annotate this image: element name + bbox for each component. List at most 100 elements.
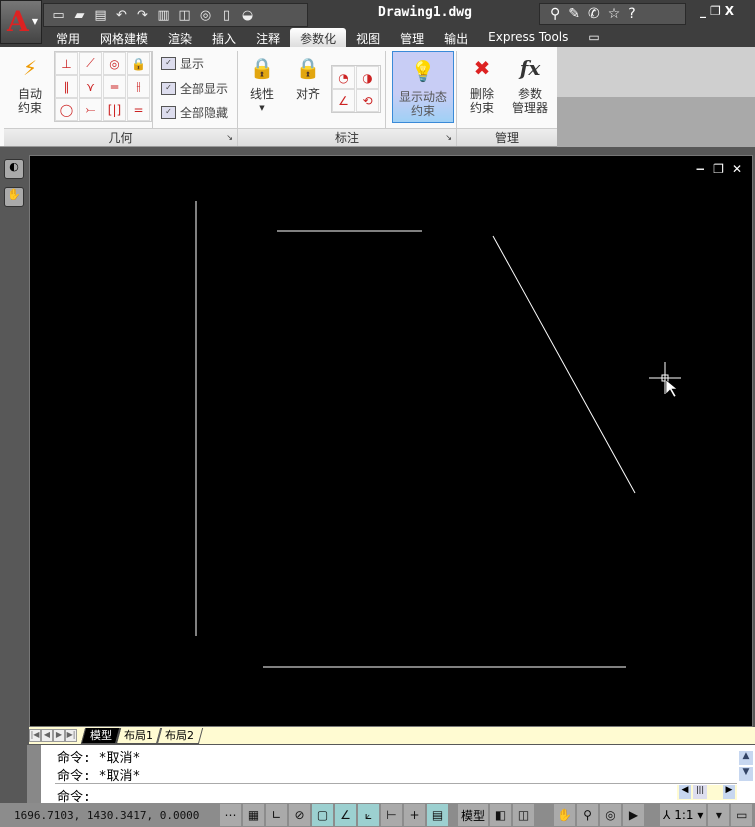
new-icon[interactable]: ▭ bbox=[50, 7, 67, 24]
ribbon-tabs: 常用 网格建模 渲染 插入 注释 参数化 视图 管理 输出 Express Tools ▭ bbox=[0, 28, 755, 47]
tab-2[interactable]: 渲染 bbox=[158, 28, 202, 47]
horizontal-scrollbar[interactable]: ◀ ||| ▶ bbox=[677, 785, 737, 800]
close-button[interactable]: X bbox=[725, 4, 734, 18]
pan-icon[interactable]: ✋ bbox=[4, 187, 24, 207]
geometric-constraint-icon[interactable]: ═ bbox=[103, 75, 126, 98]
scroll-left-icon[interactable]: ◀ bbox=[679, 785, 691, 799]
show-all-button[interactable]: ✓ 全部显示 bbox=[161, 80, 228, 97]
open-icon[interactable]: ▰ bbox=[71, 7, 88, 24]
angular-icon[interactable]: ∠ bbox=[332, 89, 355, 112]
tab-8[interactable]: 输出 bbox=[434, 28, 478, 47]
diameter-icon[interactable]: ◑ bbox=[356, 66, 379, 89]
object-snap-tracking-icon[interactable]: ∠ bbox=[335, 804, 356, 826]
scroll-up-button[interactable]: ▲ bbox=[739, 751, 753, 765]
polar-tracking-icon[interactable]: ⊘ bbox=[289, 804, 310, 826]
scroll-right-icon[interactable]: ▶ bbox=[723, 785, 735, 799]
scroll-thumb[interactable]: ||| bbox=[693, 785, 707, 799]
drawing-canvas[interactable]: − ❐ ✕ bbox=[29, 155, 753, 727]
grid-display-icon[interactable]: ▦ bbox=[243, 804, 264, 826]
tab-7[interactable]: 管理 bbox=[390, 28, 434, 47]
preview-icon[interactable]: ◎ bbox=[197, 7, 214, 24]
delete-constraints-button[interactable]: ✖ 删除 约束 bbox=[462, 47, 502, 115]
first-tab-icon[interactable]: |◀ bbox=[29, 729, 41, 742]
navigation-wheel-icon[interactable]: ◐ bbox=[4, 159, 24, 179]
tab-9[interactable]: Express Tools bbox=[478, 28, 578, 47]
restore-button[interactable]: ❐ bbox=[710, 4, 721, 18]
redo-icon[interactable]: ↷ bbox=[134, 7, 151, 24]
save-icon[interactable]: ▤ bbox=[92, 7, 109, 24]
application-menu-button[interactable]: A ▼ bbox=[0, 0, 42, 44]
tab-0[interactable]: 常用 bbox=[46, 28, 90, 47]
show-dynamic-label: 显示动态 约束 bbox=[398, 90, 447, 118]
tab-3[interactable]: 插入 bbox=[202, 28, 246, 47]
geometric-constraint-icon[interactable]: ∥ bbox=[55, 75, 78, 98]
geometric-constraint-icon[interactable]: ⫲ bbox=[127, 75, 150, 98]
tab-4[interactable]: 注释 bbox=[246, 28, 290, 47]
object-snap-icon[interactable]: ▢ bbox=[312, 804, 333, 826]
geometric-constraint-icon[interactable]: = bbox=[127, 98, 150, 121]
plot-icon[interactable]: ▥ bbox=[155, 7, 172, 24]
quick-view-layouts-icon[interactable]: ◧ bbox=[490, 804, 512, 826]
viewport-restore-button[interactable]: ❐ bbox=[713, 162, 724, 176]
show-motion-icon[interactable]: ▶ bbox=[623, 804, 645, 826]
hide-all-button[interactable]: ✓ 全部隐藏 bbox=[161, 104, 228, 121]
next-tab-icon[interactable]: ▶ bbox=[53, 729, 65, 742]
clean-screen-icon[interactable]: ▭ bbox=[731, 804, 753, 826]
steering-wheel-icon[interactable]: ◎ bbox=[600, 804, 622, 826]
viewport-minimize-button[interactable]: − bbox=[695, 162, 705, 176]
binoculars-icon[interactable]: ⚲ bbox=[550, 6, 560, 22]
viewport-close-button[interactable]: ✕ bbox=[732, 162, 742, 176]
linear-dimension-button[interactable]: 🔒 线性 ▼ bbox=[242, 47, 282, 115]
snap-mode-icon[interactable]: ⋯ bbox=[220, 804, 241, 826]
scroll-down-button[interactable]: ▼ bbox=[739, 767, 753, 781]
auto-constrain-button[interactable]: ⚡ 自动 约束 bbox=[8, 47, 52, 115]
teapot-icon[interactable]: ◒ bbox=[239, 7, 256, 24]
geometric-constraint-icon[interactable]: 🔒 bbox=[127, 52, 150, 75]
zoom-icon[interactable]: ⚲ bbox=[577, 804, 599, 826]
geometric-constraint-icon[interactable]: ⟋ bbox=[79, 52, 102, 75]
tab-6[interactable]: 视图 bbox=[346, 28, 390, 47]
publish-icon[interactable]: ◫ bbox=[176, 7, 193, 24]
tab-layout1[interactable]: 布局1 bbox=[114, 727, 163, 744]
favorites-star-icon[interactable]: ☆ bbox=[608, 6, 621, 22]
geometric-constraint-icon[interactable]: ⋎ bbox=[79, 75, 102, 98]
geometric-constraint-icon[interactable]: [|] bbox=[103, 98, 126, 121]
wrench-icon[interactable]: ✎ bbox=[568, 6, 580, 22]
minimize-button[interactable]: _ bbox=[700, 4, 706, 18]
geometric-constraint-icon[interactable]: ◎ bbox=[103, 52, 126, 75]
minimize-ribbon-icon[interactable]: ▭ bbox=[578, 28, 609, 47]
show-button[interactable]: ✓ 显示 bbox=[161, 55, 204, 72]
show-dynamic-constraints-button[interactable]: 💡 显示动态 约束 bbox=[392, 51, 454, 123]
status-menu-icon[interactable]: ▾ bbox=[708, 804, 730, 826]
geometric-constraint-icon[interactable]: ⊥ bbox=[55, 52, 78, 75]
panel-geometry-title[interactable]: 几何 ↘ bbox=[4, 128, 237, 146]
parameters-manager-button[interactable]: fx 参数 管理器 bbox=[506, 47, 554, 115]
tab-1[interactable]: 网格建模 bbox=[90, 28, 158, 47]
aligned-dimension-button[interactable]: 🔒 对齐 bbox=[288, 47, 328, 101]
tab-layout2[interactable]: 布局2 bbox=[155, 727, 204, 744]
dynamic-ucs-icon[interactable]: ⟀ bbox=[358, 804, 379, 826]
undo-icon[interactable]: ↶ bbox=[113, 7, 130, 24]
last-tab-icon[interactable]: ▶| bbox=[65, 729, 77, 742]
quick-properties-icon[interactable]: ▤ bbox=[427, 804, 448, 826]
prev-tab-icon[interactable]: ◀ bbox=[41, 729, 53, 742]
annotation-scale-button[interactable]: ⅄ 1:1 ▾ bbox=[660, 804, 707, 826]
radius-icon[interactable]: ◔ bbox=[332, 66, 355, 89]
properties-icon[interactable]: ▯ bbox=[218, 7, 235, 24]
geometric-constraint-icon[interactable]: ⤚ bbox=[79, 98, 102, 121]
dialog-launcher-icon[interactable]: ↘ bbox=[226, 129, 233, 147]
ortho-mode-icon[interactable]: ∟ bbox=[266, 804, 287, 826]
satellite-icon[interactable]: ✆ bbox=[588, 6, 600, 22]
pan-icon[interactable]: ✋ bbox=[554, 804, 576, 826]
tab-5[interactable]: 参数化 bbox=[290, 28, 347, 47]
lineweight-icon[interactable]: + bbox=[404, 804, 425, 826]
quick-view-drawings-icon[interactable]: ◫ bbox=[513, 804, 535, 826]
command-history-line: 命令: *取消* bbox=[57, 769, 141, 784]
panel-dimension-title[interactable]: 标注 ↘ bbox=[238, 128, 456, 146]
geometric-constraint-icon[interactable]: ◯ bbox=[55, 98, 78, 121]
convert-icon[interactable]: ⟲ bbox=[356, 89, 379, 112]
help-icon[interactable]: ? bbox=[628, 6, 635, 22]
model-space-button[interactable]: 模型 bbox=[458, 804, 489, 826]
dynamic-input-icon[interactable]: ⊢ bbox=[381, 804, 402, 826]
dialog-launcher-icon[interactable]: ↘ bbox=[445, 129, 452, 147]
